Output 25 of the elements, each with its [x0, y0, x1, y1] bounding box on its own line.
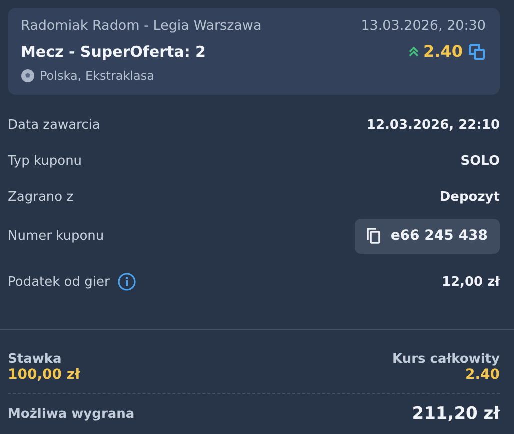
- match-teams: Radomiak Radom - Legia Warszawa: [21, 18, 262, 34]
- detail-value: Depozyt: [440, 190, 500, 204]
- swap-icon[interactable]: [468, 42, 486, 60]
- odds-value: 2.40: [424, 42, 463, 61]
- stake-label: Stawka: [8, 352, 62, 367]
- total-odds-value: 2.40: [465, 367, 500, 383]
- coupon-number-button[interactable]: e66 245 438: [354, 218, 500, 254]
- detail-label: Zagrano z: [8, 190, 74, 204]
- stake-value: 100,00 zł: [8, 367, 80, 383]
- detail-value: SOLO: [460, 154, 500, 168]
- football-icon: [21, 69, 35, 83]
- possible-win-value: 211,20 zł: [412, 404, 500, 424]
- detail-label: Numer kuponu: [8, 228, 104, 244]
- possible-win-label: Możliwa wygrana: [8, 406, 135, 422]
- detail-value: 12.03.2026, 22:10: [366, 118, 500, 132]
- match-datetime: 13.03.2026, 20:30: [361, 18, 486, 34]
- detail-label: Typ kuponu: [8, 154, 82, 168]
- info-icon[interactable]: [118, 273, 136, 291]
- total-odds-label: Kurs całkowity: [392, 352, 500, 367]
- league-name: Polska, Ekstraklasa: [40, 69, 154, 83]
- copy-icon: [366, 228, 381, 244]
- bet-market: Mecz - SuperOferta: 2: [21, 42, 206, 60]
- detail-label: Podatek od gier: [8, 274, 110, 290]
- detail-value: 12,00 zł: [442, 274, 500, 290]
- detail-label: Data zawarcia: [8, 118, 100, 132]
